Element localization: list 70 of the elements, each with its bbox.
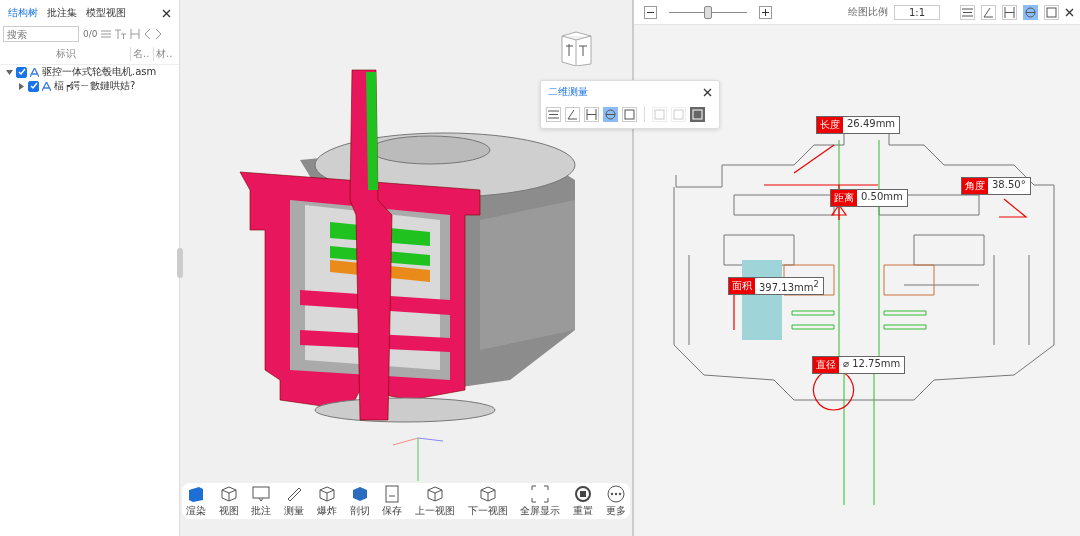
checkbox[interactable]	[28, 80, 39, 92]
previous-icon[interactable]	[144, 29, 152, 39]
toolbar-button[interactable]: 上一视图	[415, 484, 456, 518]
measure-value: 26.49mm	[846, 117, 897, 131]
zoom-in-button[interactable]	[759, 5, 772, 19]
toolbar-button[interactable]: 测量	[284, 484, 305, 518]
comment-icon	[252, 484, 271, 503]
search-field[interactable]: 搜索	[3, 26, 79, 42]
panel-title: 二维测量	[548, 85, 588, 99]
tree-item[interactable]: 驱控一体式轮毂电机.asm	[42, 65, 157, 79]
panel-tab[interactable]: 批注集	[43, 4, 81, 22]
measure-value: 38.50°	[991, 178, 1027, 192]
measure-value: ⌀ 12.75mm	[842, 357, 902, 371]
scale-label: 绘图比例	[848, 5, 888, 19]
axis-triad-drawing	[392, 437, 444, 481]
panel-collapse-handle[interactable]	[177, 248, 183, 278]
column-header: 材..	[153, 47, 176, 61]
toolbar-button[interactable]: 批注	[251, 484, 272, 518]
render-icon	[187, 484, 205, 503]
more-icon	[606, 484, 625, 503]
measure-type-label: 面积	[729, 278, 755, 295]
panel-tab[interactable]: 结构树	[4, 4, 42, 22]
toolbar-button[interactable]: 渲染	[186, 484, 206, 518]
measure-type-label: 直径	[813, 357, 839, 373]
measure-marker	[733, 294, 735, 331]
close-icon[interactable]	[1065, 7, 1074, 17]
measure-type-label: 距离	[831, 190, 857, 206]
toolbar-button[interactable]: 全屏显示	[520, 484, 561, 518]
checkbox[interactable]	[16, 66, 27, 78]
zoom-out-button[interactable]	[644, 5, 657, 19]
expand-caret-icon[interactable]	[6, 68, 13, 76]
assembly-icon	[30, 67, 39, 77]
close-icon[interactable]	[162, 8, 171, 18]
measure-tool-button[interactable]	[1023, 4, 1038, 20]
toolbar-button[interactable]: 爆炸	[316, 484, 337, 518]
close-icon[interactable]	[703, 87, 712, 97]
cube-icon	[317, 484, 336, 503]
fullscreen-icon	[531, 484, 550, 503]
measure-value: 0.50mm	[860, 190, 904, 204]
zoom-slider[interactable]	[669, 5, 747, 19]
toolbar-button[interactable]: 下一视图	[467, 484, 508, 518]
measure-tool-button[interactable]	[690, 106, 705, 122]
measure-type-label: 角度	[962, 178, 988, 194]
toolbar-button[interactable]: 视图	[218, 484, 239, 518]
section-cube-icon	[350, 484, 369, 503]
assembly-icon	[42, 81, 51, 91]
scale-field[interactable]: 1:1	[894, 4, 941, 20]
save-icon	[383, 484, 402, 503]
measure-marker	[998, 198, 1028, 218]
expand-caret-icon[interactable]	[18, 82, 25, 90]
cube-icon	[219, 484, 238, 503]
toolbar-button[interactable]: 更多	[605, 484, 626, 518]
column-header: 名..	[130, 47, 153, 61]
toolbar-button[interactable]: 重置	[573, 484, 594, 518]
toolbar-button[interactable]: 剖切	[349, 484, 370, 518]
slider-thumb[interactable]	[704, 6, 712, 19]
column-header: 标识	[55, 47, 77, 61]
measure-value: 397.13mm$^{2}$	[758, 278, 820, 295]
panel-tab[interactable]: 模型视图	[82, 4, 130, 22]
text-size-icon[interactable]	[115, 29, 127, 39]
plus-icon	[762, 8, 769, 16]
reset-icon	[574, 484, 593, 503]
measure-tool-button[interactable]	[603, 106, 618, 122]
tree-item[interactable]: 楅┍鍔ㄧ數鏈哄姞?	[54, 79, 136, 93]
match-count: 0/0	[83, 29, 98, 39]
cube-icon	[478, 484, 497, 503]
next-icon[interactable]	[155, 29, 163, 39]
measure-type-label: 长度	[817, 117, 843, 133]
toolbar-button[interactable]: 保存	[382, 484, 403, 518]
cube-icon	[426, 484, 445, 503]
